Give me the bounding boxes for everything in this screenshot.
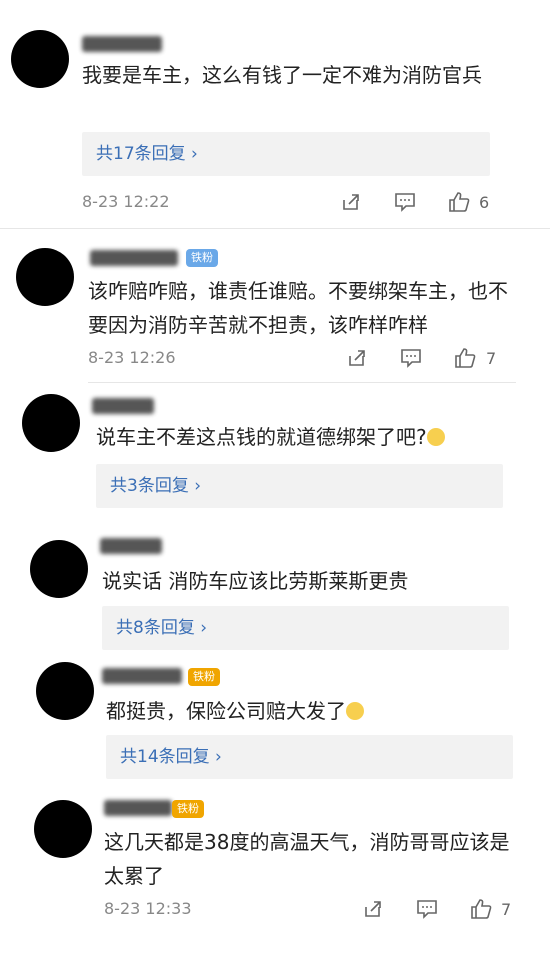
avatar[interactable] <box>22 394 80 452</box>
like-count: 7 <box>486 349 497 368</box>
comment-text: 这几天都是38度的高温天气，消防哥哥应该是太累了 <box>104 830 510 888</box>
username[interactable] <box>92 398 154 414</box>
comment-text: 说车主不差这点钱的就道德绑架了吧? <box>96 420 516 454</box>
comment-icon[interactable] <box>416 899 438 921</box>
laughing-crying-emoji-icon <box>346 701 364 720</box>
reply-thread-button[interactable]: 共3条回复 › <box>96 464 503 508</box>
thinking-emoji-icon <box>426 427 445 446</box>
like-count: 6 <box>479 193 490 212</box>
reply-count-label: 共8条回复 › <box>116 618 208 638</box>
fan-badge: 铁粉 <box>172 800 204 818</box>
reply-count-label: 共3条回复 › <box>110 476 202 496</box>
reply-thread-button[interactable]: 共17条回复 › <box>82 132 490 176</box>
thumbs-up-icon[interactable] <box>454 347 476 369</box>
divider <box>0 228 550 229</box>
timestamp: 8-23 12:33 <box>104 899 192 918</box>
username[interactable] <box>104 800 172 816</box>
reply-count-label: 共17条回复 › <box>96 144 198 164</box>
share-icon[interactable] <box>362 899 384 921</box>
avatar[interactable] <box>16 248 74 306</box>
timestamp: 8-23 12:26 <box>88 348 176 367</box>
comment-icon[interactable] <box>394 192 416 214</box>
thumbs-up-icon[interactable] <box>448 191 470 213</box>
fan-badge: 铁粉 <box>188 668 220 686</box>
username[interactable] <box>90 250 178 266</box>
reply-thread-button[interactable]: 共8条回复 › <box>102 606 509 650</box>
divider <box>88 382 516 383</box>
avatar[interactable] <box>11 30 69 88</box>
comment-icon[interactable] <box>400 348 422 370</box>
avatar[interactable] <box>34 800 92 858</box>
reply-thread-button[interactable]: 共14条回复 › <box>106 735 513 779</box>
username[interactable] <box>82 36 162 52</box>
comment-text: 该咋赔咋赔，谁责任谁赔。不要绑架车主，也不要因为消防辛苦就不担责，该咋样咋样 <box>88 279 508 337</box>
like-count: 7 <box>501 900 512 919</box>
comment-text: 我要是车主，这么有钱了一定不难为消防官兵 <box>82 63 482 87</box>
username[interactable] <box>102 668 182 684</box>
reply-count-label: 共14条回复 › <box>120 747 222 767</box>
timestamp: 8-23 12:22 <box>82 192 170 211</box>
avatar[interactable] <box>30 540 88 598</box>
share-icon[interactable] <box>340 192 362 214</box>
avatar[interactable] <box>36 662 94 720</box>
fan-badge: 铁粉 <box>186 249 218 267</box>
share-icon[interactable] <box>346 348 368 370</box>
comment-text: 说实话 消防车应该比劳斯莱斯更贵 <box>102 569 409 593</box>
comment-text: 都挺贵，保险公司赔大发了 <box>106 694 526 728</box>
username[interactable] <box>100 538 162 554</box>
thumbs-up-icon[interactable] <box>470 898 492 920</box>
